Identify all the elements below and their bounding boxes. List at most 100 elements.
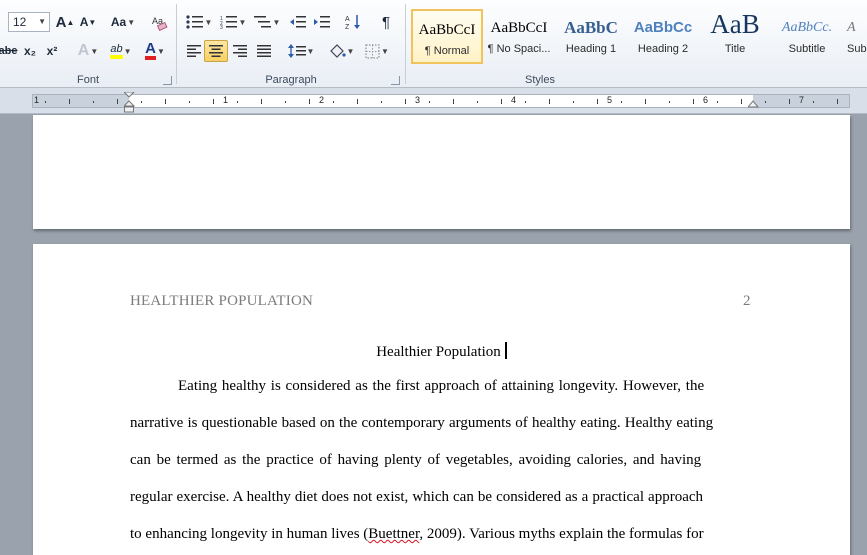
ruler-number: 7: [799, 95, 805, 105]
body-line: narrative is questionable based on the c…: [130, 415, 714, 431]
chevron-down-icon: ▼: [123, 46, 132, 56]
sort-icon: AZ: [345, 15, 360, 30]
show-formatting-button[interactable]: ¶: [375, 11, 397, 33]
ruler-tick: [429, 101, 430, 103]
ruler-tick: [837, 99, 838, 104]
style-name: Heading 2: [637, 43, 689, 55]
left-margin-area: [33, 95, 129, 107]
sort-button[interactable]: AZ: [341, 11, 365, 33]
line-spacing-icon: [287, 44, 306, 58]
numbering-icon: 123: [220, 16, 237, 29]
subscript-button[interactable]: x₂: [20, 40, 40, 62]
style-no-spacing[interactable]: AaBbCcI ¶ No Spaci...: [483, 9, 555, 64]
style-title[interactable]: AaB Title: [699, 9, 771, 64]
chevron-down-icon: ▼: [90, 46, 99, 56]
font-size-box[interactable]: 12 ▼: [8, 12, 50, 32]
font-dialog-launcher[interactable]: [163, 76, 172, 85]
strikethrough-button[interactable]: abe: [0, 40, 18, 62]
ruler-tick: [717, 101, 718, 103]
indent-marker-icon[interactable]: [124, 92, 135, 114]
style-name: Sub: [847, 43, 867, 55]
clear-formatting-button[interactable]: Aa: [148, 11, 170, 33]
page-number: 2: [743, 293, 751, 309]
chevron-down-icon: ▼: [306, 46, 315, 56]
ruler-tick: [621, 101, 622, 103]
ruler-number: 6: [703, 95, 709, 105]
borders-icon: [365, 44, 380, 58]
bullets-icon: [185, 15, 203, 29]
multilevel-list-icon: [253, 16, 271, 28]
right-indent-marker-icon[interactable]: [748, 100, 759, 110]
multilevel-list-button[interactable]: ▼: [251, 11, 283, 33]
decrease-indent-icon: [290, 16, 306, 28]
increase-indent-button[interactable]: [311, 11, 333, 33]
justify-icon: [257, 45, 271, 57]
shrink-font-label: A: [79, 15, 89, 29]
borders-button[interactable]: ▼: [361, 40, 393, 62]
ruler-number: 1: [223, 95, 229, 105]
style-subtle-emphasis[interactable]: A Sub: [843, 9, 867, 64]
chevron-down-icon: ▼: [38, 17, 46, 26]
chevron-down-icon: ▼: [272, 17, 281, 27]
style-subtitle[interactable]: AaBbCc. Subtitle: [771, 9, 843, 64]
ruler-tick: [45, 101, 46, 103]
align-right-button[interactable]: [229, 40, 251, 62]
ruler-tick: [789, 99, 790, 104]
document-page-1[interactable]: [33, 115, 850, 229]
ruler-tick: [453, 99, 454, 104]
svg-text:3: 3: [220, 25, 223, 29]
ruler-tick: [69, 99, 70, 104]
text-cursor: [504, 342, 507, 359]
shading-button[interactable]: ▼: [325, 40, 357, 62]
increase-indent-icon: [314, 16, 330, 28]
style-sample: AaBbCc: [633, 19, 693, 36]
style-normal[interactable]: AaBbCcI ¶ Normal: [411, 9, 483, 64]
body-line: can be termed as the practice of having …: [130, 452, 702, 468]
highlight-button[interactable]: ab ▼: [106, 40, 136, 62]
ruler-tick: [549, 99, 550, 104]
ruler-tick: [669, 101, 670, 103]
style-heading-2[interactable]: AaBbCc Heading 2: [627, 9, 699, 64]
ruler-tick: [381, 101, 382, 103]
svg-text:A: A: [345, 16, 350, 23]
chevron-down-icon: ▼: [381, 46, 389, 56]
style-sample: AaBbCc.: [781, 20, 833, 35]
pilcrow-icon: ¶: [381, 13, 391, 31]
highlight-label: ab: [110, 43, 123, 59]
font-size-value: 12: [13, 15, 27, 29]
body-line: Eating healthy is considered as the firs…: [178, 378, 705, 394]
justify-button[interactable]: [253, 40, 275, 62]
ruler-tick: [765, 101, 766, 103]
running-header: HEALTHIER POPULATION: [130, 293, 314, 309]
superscript-button[interactable]: x²: [42, 40, 62, 62]
font-group-label: Font: [76, 74, 99, 86]
ruler-tick: [285, 101, 286, 103]
chevron-down-icon: ▼: [204, 17, 213, 27]
decrease-indent-button[interactable]: [287, 11, 309, 33]
grow-font-label: A: [55, 13, 67, 31]
change-case-button[interactable]: Aa ▼: [108, 11, 138, 33]
center-align-button[interactable]: [204, 40, 228, 62]
document-page-2[interactable]: HEALTHIER POPULATION 2 Healthier Populat…: [33, 244, 850, 555]
body-line: regular exercise. A healthy diet does no…: [130, 489, 704, 505]
numbering-button[interactable]: 1 2 3 ▼: [217, 11, 249, 33]
ruler-tick: [573, 101, 574, 103]
align-left-button[interactable]: [183, 40, 205, 62]
style-name: Heading 1: [565, 43, 617, 55]
font-group: 12 ▼ A▲ A▼ Aa▼ Aa abe x₂ x² A▼ ab▼: [0, 0, 176, 88]
ruler-tick: [813, 101, 814, 103]
shrink-font-button[interactable]: A ▼: [78, 11, 98, 33]
bullets-button[interactable]: ▼: [183, 11, 215, 33]
style-heading-1[interactable]: AaBbC Heading 1: [555, 9, 627, 64]
shrink-arrow-icon: ▼: [88, 17, 97, 27]
line-spacing-button[interactable]: ▼: [285, 40, 317, 62]
text-effects-button[interactable]: A ▼: [74, 40, 102, 62]
font-color-button[interactable]: A ▼: [140, 40, 170, 62]
text-effects-icon: A: [77, 42, 90, 59]
body-text: , 2009). Various myths explain the formu…: [419, 526, 704, 542]
clear-formatting-icon: Aa: [152, 16, 168, 31]
grow-font-button[interactable]: A ▲: [55, 11, 75, 33]
ruler-number: 4: [511, 95, 517, 105]
horizontal-ruler[interactable]: 1 1 2 3 4 5 6 7: [0, 88, 867, 114]
document-workspace: HEALTHIER POPULATION 2 Healthier Populat…: [0, 115, 867, 555]
